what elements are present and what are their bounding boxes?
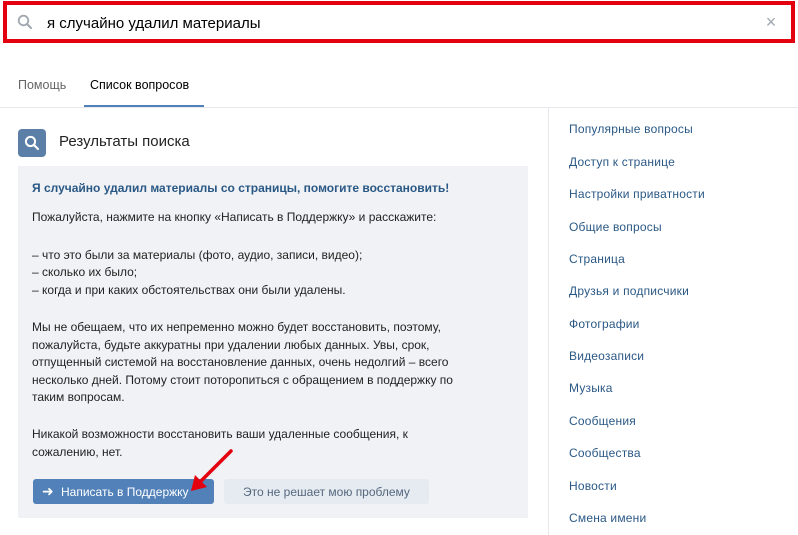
sidebar-item-music[interactable]: Музыка bbox=[569, 381, 613, 395]
not-solved-button[interactable]: Это не решает мою проблему bbox=[224, 479, 429, 504]
sidebar-item-page[interactable]: Страница bbox=[569, 252, 625, 266]
answer-text-line: несколько дней. Потому стоит поторопитьс… bbox=[32, 373, 453, 387]
annotation-arrow-icon bbox=[191, 449, 233, 491]
sidebar-item-communities[interactable]: Сообщества bbox=[569, 446, 641, 460]
answer-text-line: Пожалуйста, нажмите на кнопку «Написать … bbox=[32, 210, 437, 224]
answer-text-line: таким вопросам. bbox=[32, 390, 125, 404]
answer-text-line: пожалуйста, будьте аккуратны при удалени… bbox=[32, 338, 430, 352]
answer-title[interactable]: Я случайно удалил материалы со страницы,… bbox=[32, 181, 449, 195]
search-box[interactable]: × bbox=[3, 1, 795, 43]
not-solved-label: Это не решает мою проблему bbox=[243, 485, 410, 499]
sidebar-item-popular[interactable]: Популярные вопросы bbox=[569, 122, 693, 136]
sidebar-item-photos[interactable]: Фотографии bbox=[569, 317, 640, 331]
answer-text-line: – что это были за материалы (фото, аудио… bbox=[32, 248, 363, 262]
search-results-icon bbox=[18, 129, 46, 157]
clear-search-icon[interactable]: × bbox=[763, 12, 779, 32]
sidebar-item-access[interactable]: Доступ к странице bbox=[569, 155, 675, 169]
answer-text-line: Никакой возможности восстановить ваши уд… bbox=[32, 427, 408, 441]
write-to-support-label: Написать в Поддержку bbox=[61, 485, 189, 499]
answer-card: Я случайно удалил материалы со страницы,… bbox=[18, 166, 528, 518]
sidebar-item-videos[interactable]: Видеозаписи bbox=[569, 349, 644, 363]
tab-bar: Помощь Список вопросов bbox=[0, 60, 798, 108]
sidebar: Популярные вопросы Доступ к странице Нас… bbox=[548, 108, 798, 535]
sidebar-item-general[interactable]: Общие вопросы bbox=[569, 220, 662, 234]
sidebar-item-privacy[interactable]: Настройки приватности bbox=[569, 187, 705, 201]
results-title: Результаты поиска bbox=[59, 133, 190, 150]
sidebar-item-friends[interactable]: Друзья и подписчики bbox=[569, 284, 689, 298]
tab-questions-list[interactable]: Список вопросов bbox=[90, 78, 189, 92]
tab-help[interactable]: Помощь bbox=[18, 78, 66, 92]
answer-text-line: – когда и при каких обстоятельствах они … bbox=[32, 283, 346, 297]
sidebar-item-messages[interactable]: Сообщения bbox=[569, 414, 636, 428]
arrow-right-icon: ➜ bbox=[42, 483, 54, 499]
answer-text-line: Мы не обещаем, что их непременно можно б… bbox=[32, 320, 441, 334]
search-input[interactable] bbox=[47, 11, 747, 35]
answer-text-line: – сколько их было; bbox=[32, 265, 138, 279]
active-tab-indicator bbox=[84, 105, 204, 107]
search-icon bbox=[17, 14, 33, 30]
sidebar-item-name-change[interactable]: Смена имени bbox=[569, 511, 646, 525]
answer-text-line: отпущенный системой на восстановление да… bbox=[32, 355, 449, 369]
sidebar-item-news[interactable]: Новости bbox=[569, 479, 617, 493]
answer-text-line: сожалению, нет. bbox=[32, 445, 123, 459]
